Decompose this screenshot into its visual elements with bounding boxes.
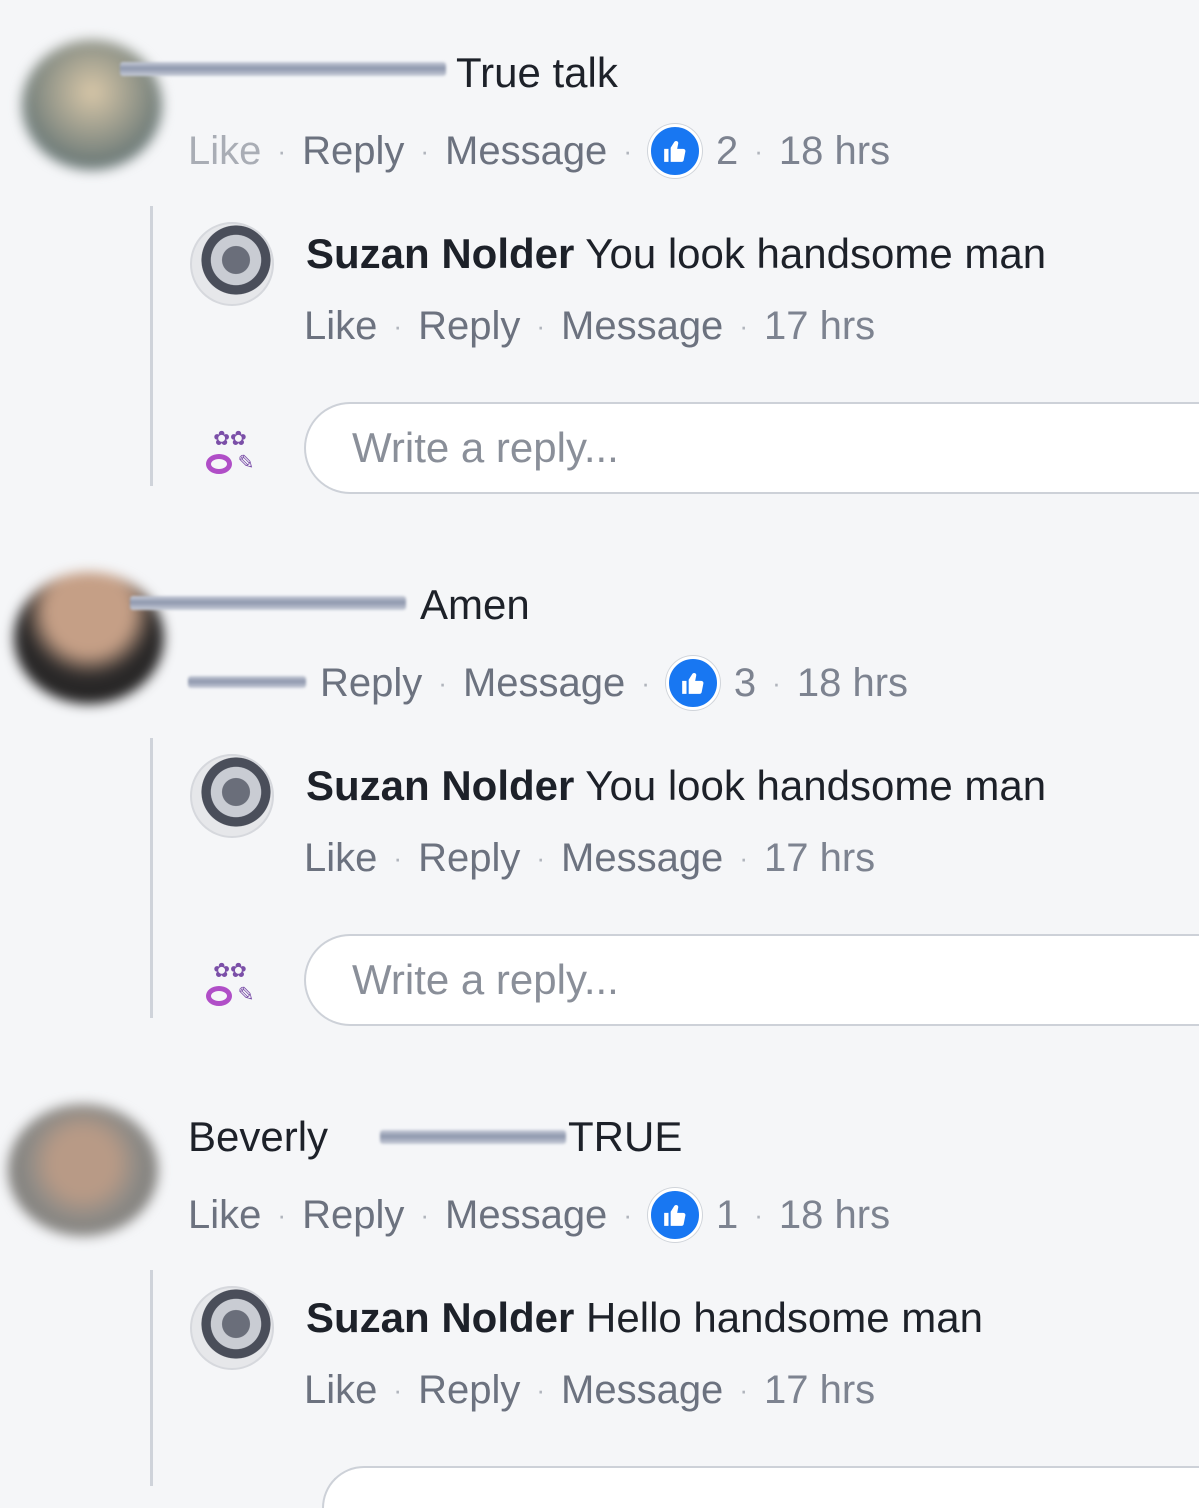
- write-reply-input[interactable]: [350, 423, 1199, 473]
- separator-dot: ·: [277, 135, 287, 166]
- thumbs-up-icon[interactable]: [647, 124, 702, 178]
- commenter-name-redacted: [130, 596, 406, 610]
- reply-author-avatar[interactable]: [190, 754, 274, 838]
- commenter-name-redacted: [120, 62, 446, 76]
- timestamp[interactable]: 17 hrs: [764, 1368, 875, 1413]
- separator-dot: ·: [772, 667, 781, 698]
- separator-dot: ·: [641, 667, 650, 698]
- reply-link[interactable]: Reply: [302, 1193, 404, 1238]
- like-link[interactable]: Like: [188, 129, 261, 174]
- separator-dot: ·: [739, 311, 748, 341]
- separator-dot: ·: [536, 843, 545, 873]
- separator-dot: ·: [754, 1199, 763, 1230]
- separator-dot: ·: [739, 843, 748, 873]
- separator-dot: ·: [754, 135, 763, 166]
- reply-link[interactable]: Reply: [418, 836, 520, 881]
- reply-author-name[interactable]: Suzan Nolder: [306, 762, 574, 809]
- commenter-name-redacted: [380, 1130, 566, 1144]
- timestamp[interactable]: 17 hrs: [764, 304, 875, 349]
- separator-dot: ·: [623, 1199, 632, 1230]
- message-link[interactable]: Message: [561, 1368, 723, 1413]
- comment-text: Amen: [420, 581, 530, 628]
- reaction-count[interactable]: 3: [734, 661, 756, 706]
- avatar-ring-icon: ✎: [205, 450, 254, 474]
- separator-dot: ·: [393, 311, 403, 341]
- write-reply-box[interactable]: [304, 402, 1199, 494]
- write-reply-input[interactable]: [350, 955, 1199, 1005]
- separator-dot: ·: [536, 311, 545, 341]
- reply-link[interactable]: Reply: [418, 1368, 520, 1413]
- message-link[interactable]: Message: [561, 304, 723, 349]
- separator-dot: ·: [393, 1375, 403, 1405]
- thread-line: [150, 738, 153, 1018]
- timestamp[interactable]: 18 hrs: [797, 661, 908, 706]
- reply-text: You look handsome man: [585, 762, 1047, 809]
- separator-dot: ·: [277, 1199, 287, 1230]
- reply-comment: Suzan Nolder You look handsome man: [306, 230, 1046, 278]
- message-link[interactable]: Message: [463, 661, 625, 706]
- reply-actions: Like · Reply · Message · 17 hrs: [304, 304, 875, 349]
- timestamp[interactable]: 18 hrs: [779, 1193, 890, 1238]
- reply-comment: Suzan Nolder Hello handsome man: [306, 1294, 983, 1342]
- comment-actions: Like · Reply · Message · 1 · 18 hrs: [188, 1188, 890, 1242]
- comment-actions: Reply · Message · 3 · 18 hrs: [320, 656, 908, 710]
- like-link[interactable]: Like: [304, 304, 377, 349]
- current-user-avatar: ✿✿ ✎: [192, 944, 268, 1020]
- commenter-avatar[interactable]: [8, 1104, 158, 1236]
- reply-comment: Suzan Nolder You look handsome man: [306, 762, 1046, 810]
- reply-actions: Like · Reply · Message · 17 hrs: [304, 836, 875, 881]
- timestamp[interactable]: 17 hrs: [764, 836, 875, 881]
- avatar-scribble-icon: ✿✿: [213, 426, 247, 450]
- reply-text: You look handsome man: [585, 230, 1047, 277]
- reply-link[interactable]: Reply: [418, 304, 520, 349]
- separator-dot: ·: [420, 135, 429, 166]
- separator-dot: ·: [393, 843, 403, 873]
- message-link[interactable]: Message: [445, 129, 607, 174]
- avatar-scribble-icon: ✿✿: [213, 958, 247, 982]
- separator-dot: ·: [739, 1375, 748, 1405]
- reaction-count[interactable]: 1: [716, 1193, 738, 1238]
- comment-actions: Like · Reply · Message · 2 · 18 hrs: [188, 124, 890, 178]
- reaction-count[interactable]: 2: [716, 129, 738, 174]
- commenter-avatar[interactable]: [22, 40, 162, 170]
- comment-text: Beverly: [188, 1116, 328, 1158]
- like-link[interactable]: Like: [304, 1368, 377, 1413]
- thread-line: [150, 206, 153, 486]
- thread-line: [150, 1270, 153, 1486]
- like-link[interactable]: Like: [188, 1193, 261, 1238]
- message-link[interactable]: Message: [561, 836, 723, 881]
- reply-actions: Like · Reply · Message · 17 hrs: [304, 1368, 875, 1413]
- separator-dot: ·: [438, 667, 447, 698]
- reply-author-avatar[interactable]: [190, 1286, 274, 1370]
- comment-text: True talk: [456, 49, 618, 96]
- reply-link[interactable]: Reply: [320, 661, 422, 706]
- write-reply-box-partial[interactable]: [322, 1466, 1199, 1508]
- write-reply-box[interactable]: [304, 934, 1199, 1026]
- message-link[interactable]: Message: [445, 1193, 607, 1238]
- thumbs-up-icon[interactable]: [665, 656, 720, 710]
- current-user-avatar: ✿✿ ✎: [192, 412, 268, 488]
- commenter-avatar[interactable]: [14, 572, 164, 704]
- like-link[interactable]: Like: [304, 836, 377, 881]
- separator-dot: ·: [623, 135, 632, 166]
- avatar-ring-icon: ✎: [205, 982, 254, 1006]
- redacted-action: [188, 676, 306, 688]
- separator-dot: ·: [420, 1199, 429, 1230]
- reply-author-avatar[interactable]: [190, 222, 274, 306]
- reply-author-name[interactable]: Suzan Nolder: [306, 1294, 574, 1341]
- thumbs-up-icon[interactable]: [647, 1188, 702, 1242]
- commenter-first-name[interactable]: Beverly: [188, 1113, 328, 1160]
- separator-dot: ·: [536, 1375, 545, 1405]
- reply-link[interactable]: Reply: [302, 129, 404, 174]
- comment-text: TRUE: [568, 1113, 683, 1160]
- reply-text: Hello handsome man: [586, 1294, 983, 1341]
- reply-author-name[interactable]: Suzan Nolder: [306, 230, 574, 277]
- timestamp[interactable]: 18 hrs: [779, 129, 890, 174]
